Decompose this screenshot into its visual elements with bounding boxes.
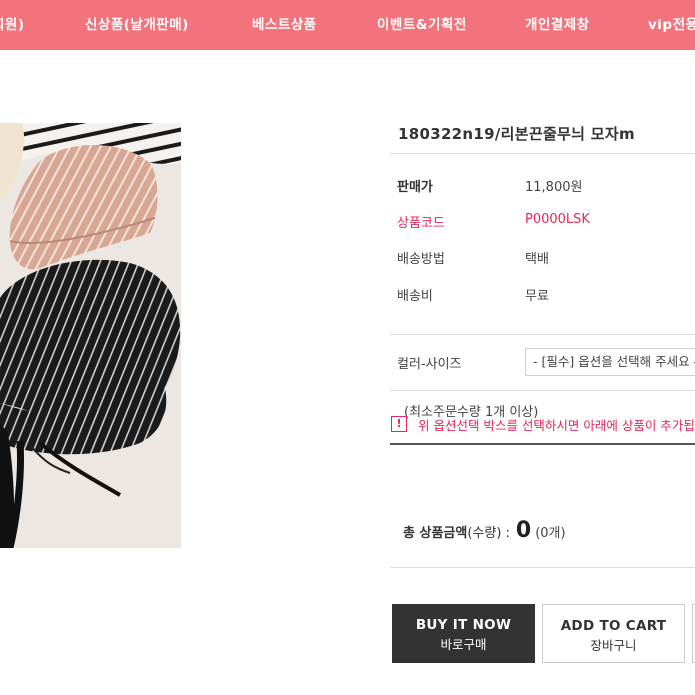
divider	[390, 443, 695, 445]
price-label: 판매가	[397, 180, 433, 195]
divider	[390, 153, 695, 154]
add-to-cart-label: ADD TO CART	[560, 618, 667, 634]
shipping-method-value: 택배	[525, 252, 549, 267]
price-value: 11,800원	[525, 180, 583, 195]
option-select[interactable]: - [필수] 옵션을 선택해 주세요 -	[525, 348, 695, 376]
buy-now-sublabel: 바로구매	[440, 637, 487, 652]
divider	[390, 390, 695, 391]
total-price: 총 상품금액(수량) : 0 (0개)	[403, 518, 566, 543]
product-code-value: P0000LSK	[525, 212, 590, 227]
nav-item-events[interactable]: 이벤트&기획전	[377, 0, 467, 50]
buy-now-label: BUY IT NOW	[415, 617, 512, 633]
add-to-cart-sublabel: 장바구니	[590, 638, 637, 653]
option-label: 컬러-사이즈	[397, 357, 462, 372]
total-qty-label: (수량) :	[467, 526, 510, 541]
divider	[390, 334, 695, 335]
total-label: 총 상품금액	[403, 526, 468, 541]
nav-item-personal-payment[interactable]: 개인결제창	[525, 0, 590, 50]
shipping-method-label: 배송방법	[397, 252, 445, 267]
shipping-fee-value: 무료	[525, 289, 549, 304]
shipping-fee-label: 배송비	[397, 289, 433, 304]
product-code-label: 상품코드	[397, 216, 445, 231]
product-title: 180322n19/리본끈줄무늬 모자m	[398, 125, 635, 143]
option-notice: 위 옵션선택 박스를 선택하시면 아래에 상품이 추가됩니다.	[418, 418, 695, 433]
top-nav: 회원) 신상품(낱개판매) 베스트상품 이벤트&기획전 개인결제창 vip전용	[0, 0, 695, 50]
product-image[interactable]	[0, 123, 181, 548]
nav-item-best-products[interactable]: 베스트상품	[252, 0, 317, 50]
nav-item-vip[interactable]: vip전용	[648, 0, 695, 50]
nav-item-new-products[interactable]: 신상품(낱개판매)	[85, 0, 189, 50]
add-to-cart-button[interactable]: ADD TO CART 장바구니	[542, 604, 685, 663]
buy-now-button[interactable]: BUY IT NOW 바로구매	[392, 604, 535, 663]
alert-icon: !	[391, 416, 407, 432]
total-count: (0개)	[535, 526, 566, 541]
divider	[390, 567, 695, 568]
total-value: 0	[515, 518, 532, 543]
nav-item-member[interactable]: 회원)	[0, 0, 25, 50]
